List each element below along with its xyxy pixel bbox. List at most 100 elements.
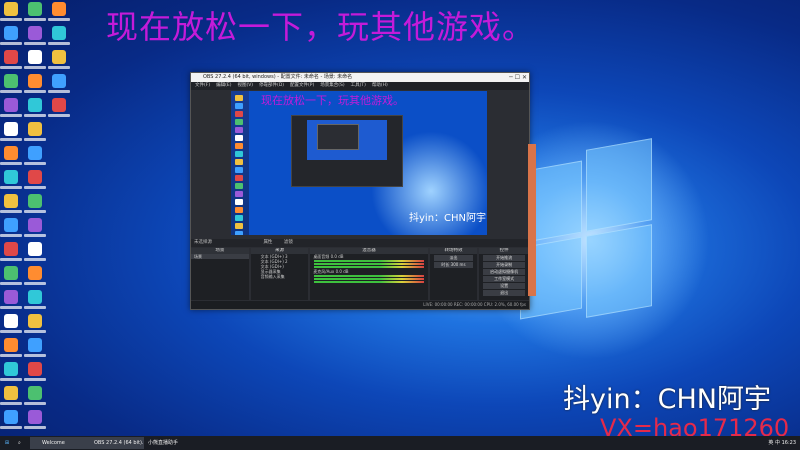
search-icon[interactable]: ⌕ <box>18 437 21 449</box>
window-controls[interactable]: ─ ☐ ✕ <box>509 73 527 82</box>
menu-item[interactable]: 工具(T) <box>351 83 366 88</box>
system-tray[interactable]: 英 中 16:23 <box>768 436 796 450</box>
preview-shortcut-icon <box>235 151 243 157</box>
preview-shortcut-icon <box>235 111 243 117</box>
menu-item[interactable]: 文件(F) <box>195 83 210 88</box>
control-button[interactable]: 开始推流 <box>483 255 526 261</box>
preview-shortcut-icon <box>235 159 243 165</box>
obs-title-bar[interactable]: OBS 27.2.4 (64 bit, windows) - 配置文件: 未命名… <box>191 73 529 82</box>
desktop-shortcut-icon[interactable] <box>28 242 42 256</box>
desktop-shortcut-icon[interactable] <box>28 122 42 136</box>
properties-button[interactable]: 属性 <box>263 240 272 245</box>
desktop-shortcut-icon[interactable] <box>4 194 18 208</box>
desktop-shortcut-icon[interactable] <box>4 266 18 280</box>
desktop-shortcut-icon[interactable] <box>28 386 42 400</box>
desktop-shortcut-label <box>24 186 46 189</box>
desktop-shortcut-icon[interactable] <box>28 362 42 376</box>
control-button[interactable]: 启动虚拟摄像机 <box>483 269 526 275</box>
desktop-shortcut-label <box>0 162 22 165</box>
desktop-shortcut-icon[interactable] <box>28 50 42 64</box>
desktop-shortcut-icon[interactable] <box>4 314 18 328</box>
control-button[interactable]: 工作室模式 <box>483 276 526 282</box>
transition-setting[interactable]: 淡出 <box>433 255 474 261</box>
desktop-shortcut-icon[interactable] <box>4 170 18 184</box>
preview-brand: 抖yin：CHN阿宇 <box>409 213 487 224</box>
menu-item[interactable]: 停靠部件(D) <box>259 83 284 88</box>
desktop-shortcut-label <box>0 90 22 93</box>
volume-meter <box>314 266 424 268</box>
start-button[interactable]: ⊞ <box>2 437 12 449</box>
desktop-shortcut-icon[interactable] <box>4 26 18 40</box>
desktop-shortcut-icon[interactable] <box>28 338 42 352</box>
taskbar-item-assistant[interactable]: 小熊直播助手 <box>136 437 198 449</box>
desktop-shortcut-icon[interactable] <box>28 194 42 208</box>
desktop-shortcut-icon[interactable] <box>52 26 66 40</box>
preview-shortcut-icon <box>235 127 243 133</box>
source-toolbar: 未选择源 属性 滤镜 <box>191 239 532 247</box>
filters-button[interactable]: 滤镜 <box>284 240 293 245</box>
source-item[interactable]: 音频输入采集 <box>251 274 309 279</box>
desktop-shortcut-label <box>24 114 46 117</box>
desktop-shortcut-label <box>24 402 46 405</box>
desktop-shortcut-icon[interactable] <box>52 98 66 112</box>
desktop-shortcut-icon[interactable] <box>28 266 42 280</box>
desktop-shortcut-icon[interactable] <box>4 362 18 376</box>
control-button[interactable]: 开始录制 <box>483 262 526 268</box>
desktop-shortcut-icon[interactable] <box>28 2 42 16</box>
control-button[interactable]: 退出 <box>483 290 526 296</box>
desktop-shortcut-icon[interactable] <box>28 98 42 112</box>
desktop-shortcut-icon[interactable] <box>28 26 42 40</box>
desktop-shortcut-icon[interactable] <box>28 290 42 304</box>
preview-desktop-icons <box>231 91 249 235</box>
preview-shortcut-icon <box>235 207 243 213</box>
desktop-shortcut-icon[interactable] <box>28 146 42 160</box>
desktop-shortcut-icon[interactable] <box>52 74 66 88</box>
desktop-shortcut-label <box>24 426 46 429</box>
preview-shortcut-icon <box>235 135 243 141</box>
menu-item[interactable]: 视图(V) <box>237 83 253 88</box>
desktop-shortcut-icon[interactable] <box>4 218 18 232</box>
desktop-shortcut-icon[interactable] <box>28 314 42 328</box>
desktop-shortcut-icon[interactable] <box>4 98 18 112</box>
menu-item[interactable]: 帮助(H) <box>372 83 388 88</box>
desktop-shortcut-icon[interactable] <box>28 410 42 424</box>
desktop-shortcut-icon[interactable] <box>4 338 18 352</box>
desktop-shortcut-icon[interactable] <box>4 74 18 88</box>
desktop-shortcut-label <box>24 162 46 165</box>
scene-item[interactable]: 场景 <box>191 254 249 259</box>
desktop-shortcut-label <box>0 378 22 381</box>
desktop-shortcut-icon[interactable] <box>4 410 18 424</box>
desktop-shortcut-icon[interactable] <box>28 170 42 184</box>
desktop-shortcut-icon[interactable] <box>4 242 18 256</box>
taskbar-item-welcome[interactable]: Welcome <box>30 437 90 449</box>
desktop-shortcut-icon[interactable] <box>52 50 66 64</box>
desktop-shortcut-label <box>0 210 22 213</box>
mixer-track-label: 麦克风/Aux 0.0 dB <box>313 269 349 274</box>
obs-menu-bar: 文件(F) 编辑(E) 视图(V) 停靠部件(D) 配置文件(P) 场景集合(S) 工具(T… <box>191 82 529 90</box>
desktop-shortcut-icon[interactable] <box>28 218 42 232</box>
preview-shortcut-icon <box>235 183 243 189</box>
menu-item[interactable]: 编辑(E) <box>216 83 231 88</box>
desktop-shortcut-icon[interactable] <box>4 122 18 136</box>
menu-item[interactable]: 配置文件(P) <box>290 83 314 88</box>
desktop-shortcut-icon[interactable] <box>4 386 18 400</box>
desktop-shortcut-label <box>24 42 46 45</box>
transition-setting[interactable]: 时长 300 ms <box>433 262 474 268</box>
obs-window[interactable]: OBS 27.2.4 (64 bit, windows) - 配置文件: 未命名… <box>190 72 532 310</box>
control-button[interactable]: 设置 <box>483 283 526 289</box>
desktop-shortcut-icon[interactable] <box>4 146 18 160</box>
taskbar-item-obs[interactable]: OBS 27.2.4 (64 bit)... <box>82 437 144 449</box>
desktop-shortcut-icon[interactable] <box>52 2 66 16</box>
desktop-shortcut-icon[interactable] <box>4 2 18 16</box>
desktop-shortcut-label <box>24 138 46 141</box>
desktop-shortcut-label <box>48 66 70 69</box>
desktop-shortcut-label <box>0 114 22 117</box>
desktop-shortcut-label <box>24 330 46 333</box>
obs-preview[interactable]: 现在放松一下，玩其他游戏。 抖yin：CHN阿宇 <box>231 91 487 235</box>
desktop-shortcut-icon[interactable] <box>4 290 18 304</box>
desktop-shortcut-icon[interactable] <box>4 50 18 64</box>
transitions-dock: 转场特效 淡出 时长 300 ms <box>429 248 478 300</box>
desktop-shortcut-icon[interactable] <box>28 74 42 88</box>
volume-meter <box>314 278 424 280</box>
menu-item[interactable]: 场景集合(S) <box>320 83 344 88</box>
